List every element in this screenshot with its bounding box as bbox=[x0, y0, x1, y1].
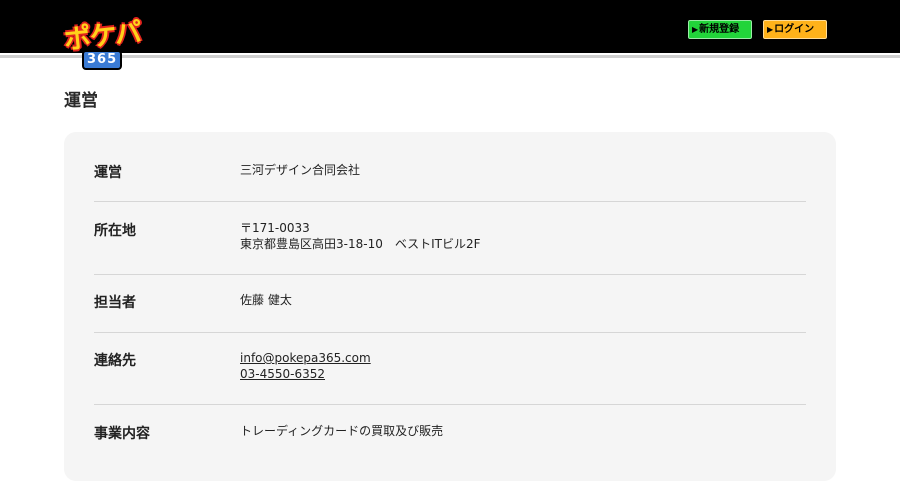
row-label: 所在地 bbox=[94, 223, 136, 239]
register-button[interactable]: ▶新規登録 bbox=[686, 18, 754, 41]
company-info-card: 運営 三河デザイン合同会社 所在地 〒171-0033 東京都豊島区高田3-18… bbox=[64, 132, 836, 481]
register-label: 新規登録 bbox=[699, 24, 740, 35]
login-button[interactable]: ▶ログイン bbox=[761, 18, 829, 41]
email-link[interactable]: info@pokepa365.com bbox=[240, 350, 371, 366]
postal-code: 〒171-0033 bbox=[240, 221, 310, 235]
row-value: 佐藤 健太 bbox=[240, 293, 292, 307]
row-label: 運営 bbox=[94, 165, 122, 181]
site-logo[interactable]: ポケパ 365 bbox=[63, 17, 146, 70]
row-value: トレーディングカードの買取及び販売 bbox=[240, 424, 444, 438]
row-label: 事業内容 bbox=[94, 426, 150, 442]
phone-link[interactable]: 03-4550-6352 bbox=[240, 366, 325, 382]
site-header: ポケパ 365 ▶新規登録 ▶ログイン bbox=[0, 0, 900, 70]
row-divider bbox=[94, 404, 806, 405]
row-value: 三河デザイン合同会社 bbox=[240, 163, 361, 177]
play-arrow-icon: ▶ bbox=[767, 25, 774, 34]
logo-sub: 365 bbox=[82, 50, 123, 70]
row-label: 担当者 bbox=[94, 295, 136, 311]
row-divider bbox=[94, 274, 806, 275]
page-title: 運営 bbox=[64, 91, 98, 111]
address-line: 東京都豊島区高田3-18-10 ベストITビル2F bbox=[240, 237, 481, 251]
row-divider bbox=[94, 332, 806, 333]
row-label: 連絡先 bbox=[94, 353, 136, 369]
row-divider bbox=[94, 201, 806, 202]
login-label: ログイン bbox=[774, 24, 815, 35]
play-arrow-icon: ▶ bbox=[692, 25, 699, 34]
